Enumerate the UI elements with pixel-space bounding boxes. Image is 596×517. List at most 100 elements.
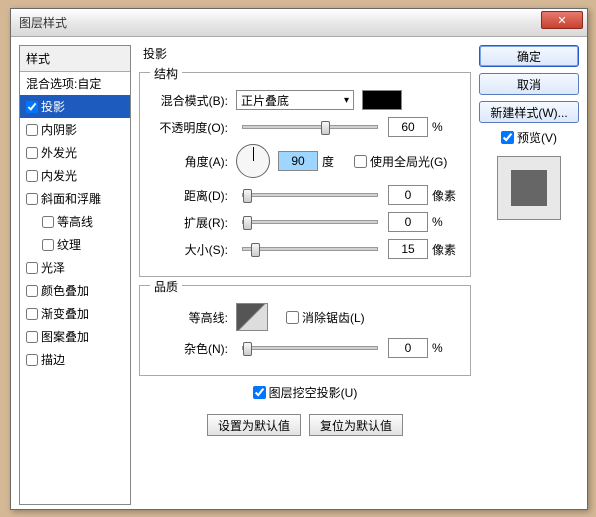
options-panel: 投影 结构 混合模式(B): 正片叠底 不透明度(O): % 角度(A): <box>139 45 471 501</box>
opacity-slider[interactable] <box>242 125 378 129</box>
titlebar[interactable]: 图层样式 ✕ <box>11 9 587 37</box>
global-light-check[interactable]: 使用全局光(G) <box>354 153 447 170</box>
contour-label: 等高线: <box>150 309 232 326</box>
style-item-label: 内阴影 <box>41 121 77 138</box>
style-item-6[interactable]: 等高线 <box>20 210 130 233</box>
color-swatch[interactable] <box>362 90 402 110</box>
style-item-4[interactable]: 内发光 <box>20 164 130 187</box>
opacity-input[interactable] <box>388 117 428 137</box>
style-item-3[interactable]: 外发光 <box>20 141 130 164</box>
style-item-checkbox[interactable] <box>26 262 38 274</box>
angle-dial[interactable] <box>236 144 270 178</box>
structure-group: 结构 混合模式(B): 正片叠底 不透明度(O): % 角度(A): 度 <box>139 72 471 277</box>
set-default-button[interactable]: 设置为默认值 <box>207 414 301 436</box>
angle-unit: 度 <box>322 153 350 170</box>
close-button[interactable]: ✕ <box>541 11 583 29</box>
style-item-8[interactable]: 光泽 <box>20 256 130 279</box>
style-item-checkbox[interactable] <box>26 170 38 182</box>
ok-button[interactable]: 确定 <box>479 45 579 67</box>
style-item-1[interactable]: 投影 <box>20 95 130 118</box>
style-item-label: 等高线 <box>57 213 93 230</box>
style-item-5[interactable]: 斜面和浮雕 <box>20 187 130 210</box>
noise-row: 杂色(N): % <box>150 338 460 358</box>
distance-slider[interactable] <box>242 193 378 197</box>
size-unit: 像素 <box>432 241 460 258</box>
style-item-label: 颜色叠加 <box>41 282 89 299</box>
style-item-label: 图案叠加 <box>41 328 89 345</box>
style-item-checkbox[interactable] <box>26 331 38 343</box>
spread-unit: % <box>432 215 460 229</box>
angle-row: 角度(A): 度 使用全局光(G) <box>150 144 460 178</box>
styles-list: 混合选项:自定投影内阴影外发光内发光斜面和浮雕等高线纹理光泽颜色叠加渐变叠加图案… <box>20 72 130 371</box>
new-style-button[interactable]: 新建样式(W)... <box>479 101 579 123</box>
preview-check[interactable]: 预览(V) <box>479 129 579 146</box>
style-item-checkbox[interactable] <box>42 216 54 228</box>
defaults-row: 设置为默认值 复位为默认值 <box>139 414 471 436</box>
opacity-unit: % <box>432 120 460 134</box>
blend-mode-row: 混合模式(B): 正片叠底 <box>150 90 460 110</box>
blend-mode-value: 正片叠底 <box>241 92 289 109</box>
noise-input[interactable] <box>388 338 428 358</box>
style-item-checkbox[interactable] <box>26 124 38 136</box>
close-icon: ✕ <box>557 14 566 27</box>
size-row: 大小(S): 像素 <box>150 239 460 259</box>
style-item-11[interactable]: 图案叠加 <box>20 325 130 348</box>
style-item-2[interactable]: 内阴影 <box>20 118 130 141</box>
cancel-button[interactable]: 取消 <box>479 73 579 95</box>
style-item-checkbox[interactable] <box>26 101 38 113</box>
styles-panel: 样式 混合选项:自定投影内阴影外发光内发光斜面和浮雕等高线纹理光泽颜色叠加渐变叠… <box>19 45 131 505</box>
knockout-check[interactable]: 图层挖空投影(U) <box>253 384 358 401</box>
distance-unit: 像素 <box>432 187 460 204</box>
opacity-row: 不透明度(O): % <box>150 117 460 137</box>
style-item-checkbox[interactable] <box>26 308 38 320</box>
style-item-label: 内发光 <box>41 167 77 184</box>
style-item-label: 投影 <box>41 98 65 115</box>
distance-input[interactable] <box>388 185 428 205</box>
style-item-label: 渐变叠加 <box>41 305 89 322</box>
quality-group: 品质 等高线: 消除锯齿(L) 杂色(N): % <box>139 285 471 376</box>
style-item-0[interactable]: 混合选项:自定 <box>20 72 130 95</box>
spread-row: 扩展(R): % <box>150 212 460 232</box>
noise-slider[interactable] <box>242 346 378 350</box>
contour-row: 等高线: 消除锯齿(L) <box>150 303 460 331</box>
noise-label: 杂色(N): <box>150 340 232 357</box>
window-title: 图层样式 <box>19 14 67 31</box>
right-panel: 确定 取消 新建样式(W)... 预览(V) <box>479 45 579 501</box>
angle-label: 角度(A): <box>150 153 232 170</box>
size-input[interactable] <box>388 239 428 259</box>
antialiased-check[interactable]: 消除锯齿(L) <box>286 309 365 326</box>
preview-swatch <box>511 170 547 206</box>
contour-picker[interactable] <box>236 303 268 331</box>
style-item-checkbox[interactable] <box>26 285 38 297</box>
blend-mode-label: 混合模式(B): <box>150 92 232 109</box>
spread-label: 扩展(R): <box>150 214 232 231</box>
style-item-checkbox[interactable] <box>26 354 38 366</box>
distance-row: 距离(D): 像素 <box>150 185 460 205</box>
style-item-label: 外发光 <box>41 144 77 161</box>
style-item-checkbox[interactable] <box>42 239 54 251</box>
size-label: 大小(S): <box>150 241 232 258</box>
style-item-label: 混合选项:自定 <box>26 75 101 92</box>
preview-box <box>497 156 561 220</box>
size-slider[interactable] <box>242 247 378 251</box>
spread-input[interactable] <box>388 212 428 232</box>
distance-label: 距离(D): <box>150 187 232 204</box>
spread-slider[interactable] <box>242 220 378 224</box>
dialog-window: 图层样式 ✕ 样式 混合选项:自定投影内阴影外发光内发光斜面和浮雕等高线纹理光泽… <box>10 8 588 510</box>
style-item-label: 光泽 <box>41 259 65 276</box>
noise-unit: % <box>432 341 460 355</box>
structure-label: 结构 <box>150 65 182 82</box>
style-item-checkbox[interactable] <box>26 193 38 205</box>
style-item-10[interactable]: 渐变叠加 <box>20 302 130 325</box>
style-item-9[interactable]: 颜色叠加 <box>20 279 130 302</box>
opacity-label: 不透明度(O): <box>150 119 232 136</box>
style-item-12[interactable]: 描边 <box>20 348 130 371</box>
style-item-7[interactable]: 纹理 <box>20 233 130 256</box>
dialog-body: 样式 混合选项:自定投影内阴影外发光内发光斜面和浮雕等高线纹理光泽颜色叠加渐变叠… <box>11 37 587 509</box>
blend-mode-combo[interactable]: 正片叠底 <box>236 90 354 110</box>
style-item-checkbox[interactable] <box>26 147 38 159</box>
reset-default-button[interactable]: 复位为默认值 <box>309 414 403 436</box>
angle-input[interactable] <box>278 151 318 171</box>
style-item-label: 斜面和浮雕 <box>41 190 101 207</box>
knockout-row: 图层挖空投影(U) <box>139 384 471 402</box>
